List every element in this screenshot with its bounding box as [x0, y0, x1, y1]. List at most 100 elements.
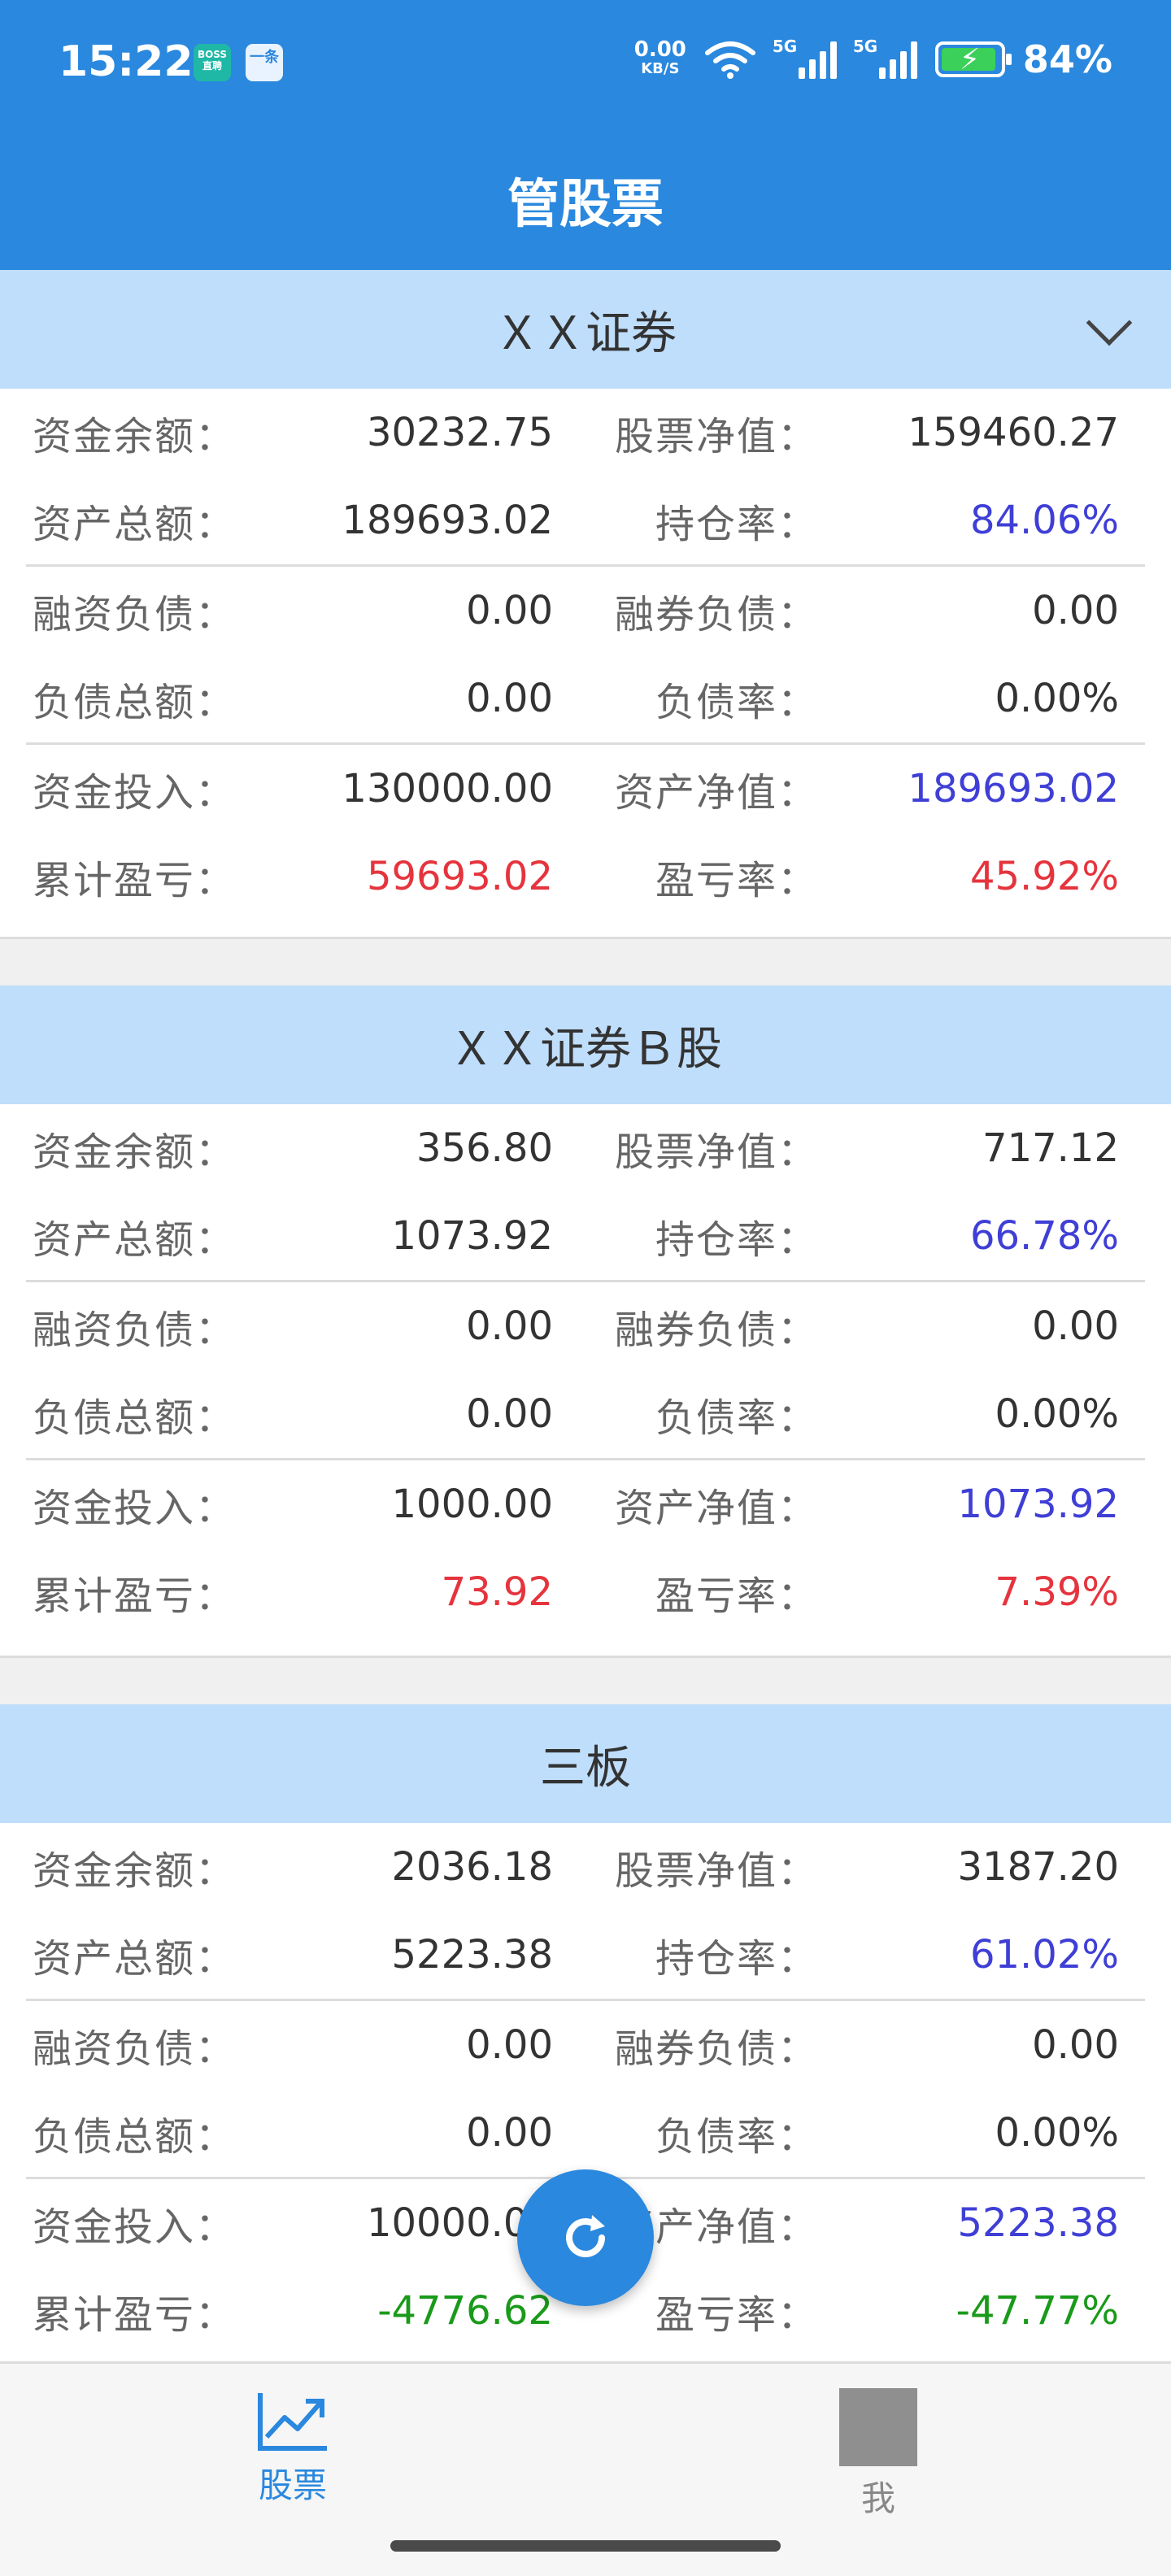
- label-position-ratio: 持仓率：: [655, 1936, 819, 1982]
- boss-app-icon: BOSS 直聘: [194, 44, 231, 81]
- label-cumulative-pnl: 累计盈亏：: [33, 1573, 237, 1619]
- value-margin-debt: 0.00: [466, 1303, 553, 1349]
- label-debt-ratio: 负债率：: [655, 2114, 819, 2160]
- chevron-down-icon[interactable]: [1086, 299, 1133, 346]
- data-row: 资产总额： 189693.02 持仓率： 84.06%: [26, 476, 1145, 564]
- value-position-ratio: 84.06%: [969, 498, 1119, 543]
- value-total-assets: 1073.92: [391, 1213, 554, 1259]
- value-capital-input: 1000.00: [391, 1482, 554, 1527]
- nav-item-me[interactable]: 我: [756, 2388, 1000, 2521]
- section-header[interactable]: ＸＸ证券Ｂ股: [0, 986, 1171, 1104]
- section-title: 三板: [540, 1741, 631, 1795]
- value-position-ratio: 61.02%: [969, 1932, 1119, 1978]
- label-debt-ratio: 负债率：: [655, 680, 819, 725]
- value-cumulative-pnl: 73.92: [441, 1569, 553, 1615]
- chart-trend-icon: [258, 2393, 327, 2451]
- data-row: 融资负债： 0.00 融券负债： 0.00: [26, 1282, 1145, 1370]
- value-cumulative-pnl: 59693.02: [366, 854, 553, 899]
- value-stock-value: 717.12: [982, 1125, 1119, 1171]
- section-header[interactable]: ＸＸ证券: [0, 270, 1171, 389]
- value-cash-balance: 356.80: [416, 1125, 553, 1171]
- battery-percent: 84%: [1022, 37, 1112, 81]
- label-stock-value: 股票净值：: [615, 1848, 819, 1894]
- refresh-button[interactable]: [517, 2169, 654, 2306]
- data-row: 资产总额： 1073.92 持仓率： 66.78%: [26, 1192, 1145, 1280]
- label-margin-debt: 融资负债：: [33, 592, 237, 637]
- notification-app-icon: 一条: [246, 44, 283, 81]
- label-net-assets: 资产净值：: [615, 1486, 819, 1531]
- label-stock-value: 股票净值：: [615, 1129, 819, 1175]
- section-title: ＸＸ证券: [494, 307, 677, 360]
- label-capital-input: 资金投入：: [33, 770, 237, 816]
- value-total-assets: 5223.38: [391, 1932, 554, 1978]
- label-position-ratio: 持仓率：: [655, 1217, 819, 1263]
- row-group: 融资负债： 0.00 融券负债： 0.00 负债总额： 0.00 负债率： 0.…: [26, 567, 1145, 745]
- account-section-1: ＸＸ证券 资金余额： 30232.75 股票净值： 159460.27 资产总额…: [0, 270, 1171, 920]
- value-net-assets: 189693.02: [908, 766, 1119, 812]
- row-group: 融资负债： 0.00 融券负债： 0.00 负债总额： 0.00 负债率： 0.…: [26, 1282, 1145, 1460]
- avatar: [839, 2388, 917, 2466]
- label-cash-balance: 资金余额：: [33, 1848, 237, 1894]
- data-row: 融资负债： 0.00 融券负债： 0.00: [26, 567, 1145, 655]
- label-pnl-ratio: 盈亏率：: [655, 858, 819, 903]
- data-row: 负债总额： 0.00 负债率： 0.00%: [26, 2089, 1145, 2177]
- value-debt-ratio: 0.00%: [995, 676, 1119, 721]
- value-total-assets: 189693.02: [342, 498, 553, 543]
- signal-2-label: 5G: [852, 37, 878, 56]
- section-title: ＸＸ证券Ｂ股: [449, 1022, 722, 1076]
- nav-me-label: 我: [860, 2478, 895, 2518]
- data-row: 融资负债： 0.00 融券负债： 0.00: [26, 2001, 1145, 2089]
- net-speed: 0.00 KB/S: [634, 39, 686, 79]
- value-capital-input: 10000.00: [366, 2200, 553, 2246]
- nav-stocks-label: 股票: [258, 2465, 327, 2505]
- row-group: 资金投入： 1000.00 资产净值： 1073.92 累计盈亏： 73.92 …: [26, 1460, 1145, 1636]
- data-row: 资金余额： 2036.18 股票净值： 3187.20: [26, 1823, 1145, 1911]
- row-group: 资金投入： 130000.00 资产净值： 189693.02 累计盈亏： 59…: [26, 745, 1145, 920]
- status-apps: BOSS 直聘 一条: [194, 44, 283, 81]
- page-title: 管股票: [0, 130, 1171, 270]
- signal-icon-2: 5G: [852, 37, 917, 79]
- value-debt-ratio: 0.00%: [995, 2110, 1119, 2156]
- status-right: 0.00 KB/S 5G 5G ⚡ 84%: [634, 37, 1112, 81]
- value-debt-ratio: 0.00%: [995, 1391, 1119, 1437]
- label-cash-balance: 资金余额：: [33, 414, 237, 459]
- account-section-2: ＸＸ证券Ｂ股 资金余额： 356.80 股票净值： 717.12 资产总额： 1…: [0, 986, 1171, 1636]
- nav-item-stocks[interactable]: 股票: [171, 2388, 415, 2508]
- value-pnl-ratio: 45.92%: [969, 854, 1119, 899]
- signal-1-label: 5G: [772, 37, 798, 56]
- label-short-debt: 融券负债：: [615, 1308, 819, 1353]
- value-cumulative-pnl: -4776.62: [377, 2288, 553, 2334]
- label-total-assets: 资产总额：: [33, 502, 237, 547]
- label-cumulative-pnl: 累计盈亏：: [33, 858, 237, 903]
- signal-icon-1: 5G: [772, 37, 837, 79]
- value-cash-balance: 30232.75: [366, 410, 553, 455]
- row-group: 资金余额： 30232.75 股票净值： 159460.27 资产总额： 189…: [26, 389, 1145, 567]
- data-row: 累计盈亏： 73.92 盈亏率： 7.39%: [26, 1548, 1145, 1636]
- value-stock-value: 3187.20: [957, 1844, 1120, 1890]
- status-bar: 15:22 BOSS 直聘 一条 0.00 KB/S 5G 5G ⚡ 84%: [0, 0, 1171, 130]
- value-capital-input: 130000.00: [342, 766, 553, 812]
- data-row: 负债总额： 0.00 负债率： 0.00%: [26, 1370, 1145, 1458]
- value-margin-debt: 0.00: [466, 588, 553, 633]
- data-row: 资金投入： 130000.00 资产净值： 189693.02: [26, 745, 1145, 833]
- value-total-debt: 0.00: [466, 1391, 553, 1437]
- status-time: 15:22: [59, 37, 194, 86]
- value-margin-debt: 0.00: [466, 2022, 553, 2068]
- section-header[interactable]: 三板: [0, 1704, 1171, 1823]
- wifi-icon: [704, 41, 755, 79]
- label-cumulative-pnl: 累计盈亏：: [33, 2292, 237, 2338]
- value-short-debt: 0.00: [1032, 2022, 1119, 2068]
- home-indicator[interactable]: [390, 2540, 781, 2552]
- section-divider: [0, 1656, 1171, 1704]
- net-speed-unit: KB/S: [641, 60, 680, 77]
- data-row: 资金余额： 30232.75 股票净值： 159460.27: [26, 389, 1145, 476]
- row-group: 资金余额： 2036.18 股票净值： 3187.20 资产总额： 5223.3…: [26, 1823, 1145, 2001]
- value-position-ratio: 66.78%: [969, 1213, 1119, 1259]
- label-debt-ratio: 负债率：: [655, 1395, 819, 1441]
- value-pnl-ratio: -47.77%: [956, 2288, 1119, 2334]
- battery-icon: ⚡: [934, 41, 1012, 77]
- label-total-assets: 资产总额：: [33, 1217, 237, 1263]
- section-divider: [0, 937, 1171, 986]
- label-cash-balance: 资金余额：: [33, 1129, 237, 1175]
- refresh-icon: [566, 2215, 605, 2257]
